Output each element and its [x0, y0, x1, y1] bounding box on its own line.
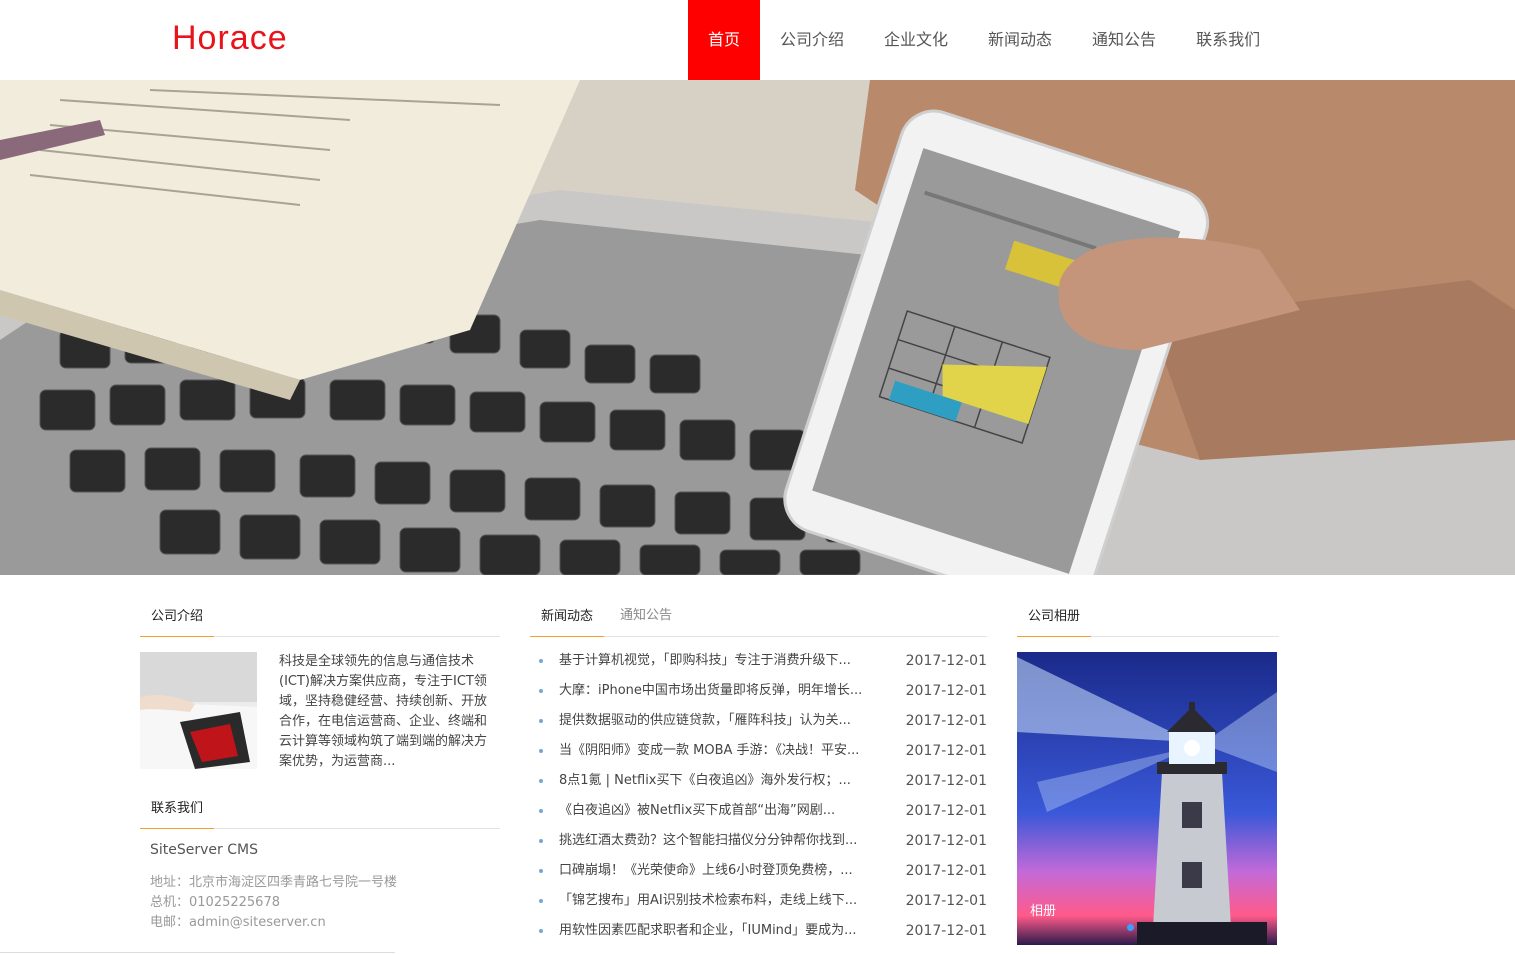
intro-image[interactable]: [140, 652, 257, 769]
news-date: 2017-12-01: [905, 683, 987, 699]
nav-item-home[interactable]: 首页: [688, 0, 760, 80]
news-header: 新闻动态 通知公告: [530, 600, 987, 637]
divider: [0, 952, 395, 953]
album-slide[interactable]: 相册: [1017, 652, 1277, 945]
news-item[interactable]: 基于计算机视觉，「即购科技」专注于消费升级下... 2017-12-01: [530, 646, 987, 676]
bullet-icon: [539, 809, 543, 813]
news-date: 2017-12-01: [905, 713, 987, 729]
news-list: 基于计算机视觉，「即购科技」专注于消费升级下... 2017-12-01 大摩：i…: [530, 646, 987, 946]
news-item[interactable]: 当《阴阳师》变成一款 MOBA 手游：《决战！平安... 2017-12-01: [530, 736, 987, 766]
bullet-icon: [539, 659, 543, 663]
bullet-icon: [539, 839, 543, 843]
news-date: 2017-12-01: [905, 923, 987, 939]
bullet-icon: [539, 869, 543, 873]
news-title[interactable]: 大摩：iPhone中国市场出货量即将反弹，明年增长...: [559, 676, 893, 706]
news-item[interactable]: 大摩：iPhone中国市场出货量即将反弹，明年增长... 2017-12-01: [530, 676, 987, 706]
album-title[interactable]: 公司相册: [1017, 600, 1092, 637]
tab-news[interactable]: 新闻动态: [530, 600, 605, 637]
news-item[interactable]: 《白夜追凶》被Netflix买下成首部“出海”网剧... 2017-12-01: [530, 796, 987, 826]
nav-item-about[interactable]: 公司介绍: [760, 0, 864, 80]
news-item[interactable]: 提供数据驱动的供应链贷款，「雁阵科技」认为关... 2017-12-01: [530, 706, 987, 736]
intro-title[interactable]: 公司介绍: [140, 600, 215, 637]
hero-banner[interactable]: [0, 80, 1515, 575]
news-date: 2017-12-01: [905, 803, 987, 819]
news-date: 2017-12-01: [905, 833, 987, 849]
nav-item-culture[interactable]: 企业文化: [864, 0, 968, 80]
news-item[interactable]: 「锦艺搜布」用AI识别技术检索布料，走线上线下... 2017-12-01: [530, 886, 987, 916]
contact-title[interactable]: 联系我们: [140, 792, 215, 829]
site-logo[interactable]: Horace: [172, 18, 288, 58]
contact-company-name: SiteServer CMS: [150, 842, 258, 858]
news-title[interactable]: 基于计算机视觉，「即购科技」专注于消费升级下...: [559, 646, 893, 676]
news-title[interactable]: 「锦艺搜布」用AI识别技术检索布料，走线上线下...: [559, 886, 893, 916]
bullet-icon: [539, 899, 543, 903]
news-title[interactable]: 提供数据驱动的供应链贷款，「雁阵科技」认为关...: [559, 706, 893, 736]
contact-phone: 总机：01025225678: [150, 895, 280, 910]
intro-header: 公司介绍: [140, 600, 500, 637]
contact-address: 地址：北京市海淀区四季青路七号院一号楼: [150, 875, 398, 890]
banner-image: [0, 80, 1515, 575]
news-item[interactable]: 8点1氪 | Netflix买下《白夜追凶》海外发行权；... 2017-12-0…: [530, 766, 987, 796]
album-caption: 相册: [1030, 904, 1057, 919]
news-date: 2017-12-01: [905, 863, 987, 879]
news-title[interactable]: 用软性因素匹配求职者和企业，「IUMind」要成为...: [559, 916, 893, 946]
intro-text: 科技是全球领先的信息与通信技术(ICT)解决方案供应商，专注于ICT领域，坚持稳…: [279, 654, 488, 769]
news-title[interactable]: 挑选红酒太费劲？这个智能扫描仪分分钟帮你找到...: [559, 826, 893, 856]
bullet-icon: [539, 779, 543, 783]
nav-item-contact[interactable]: 联系我们: [1176, 0, 1280, 80]
news-item[interactable]: 挑选红酒太费劲？这个智能扫描仪分分钟帮你找到... 2017-12-01: [530, 826, 987, 856]
main-nav: 首页 公司介绍 企业文化 新闻动态 通知公告 联系我们: [688, 0, 1280, 80]
nav-item-notices[interactable]: 通知公告: [1072, 0, 1176, 80]
news-title[interactable]: 8点1氪 | Netflix买下《白夜追凶》海外发行权；...: [559, 766, 893, 796]
bullet-icon: [539, 689, 543, 693]
news-date: 2017-12-01: [905, 653, 987, 669]
news-date: 2017-12-01: [905, 893, 987, 909]
album-header: 公司相册: [1017, 600, 1279, 637]
news-date: 2017-12-01: [905, 743, 987, 759]
news-date: 2017-12-01: [905, 773, 987, 789]
bullet-icon: [539, 719, 543, 723]
news-title[interactable]: 当《阴阳师》变成一款 MOBA 手游：《决战！平安...: [559, 736, 893, 766]
album-dot[interactable]: [1127, 924, 1134, 931]
contact-header: 联系我们: [140, 792, 500, 829]
bullet-icon: [539, 929, 543, 933]
site-header: Horace 首页 公司介绍 企业文化 新闻动态 通知公告 联系我们: [0, 0, 1515, 80]
news-title[interactable]: 《白夜追凶》被Netflix买下成首部“出海”网剧...: [559, 796, 893, 826]
news-item[interactable]: 口碑崩塌！《光荣使命》上线6小时登顶免费榜，... 2017-12-01: [530, 856, 987, 886]
nav-item-news[interactable]: 新闻动态: [968, 0, 1072, 80]
contact-email: 电邮：admin@siteserver.cn: [150, 915, 326, 930]
bullet-icon: [539, 749, 543, 753]
news-item[interactable]: 用软性因素匹配求职者和企业，「IUMind」要成为... 2017-12-01: [530, 916, 987, 946]
news-title[interactable]: 口碑崩塌！《光荣使命》上线6小时登顶免费榜，...: [559, 856, 893, 886]
tab-notices[interactable]: 通知公告: [620, 599, 672, 636]
